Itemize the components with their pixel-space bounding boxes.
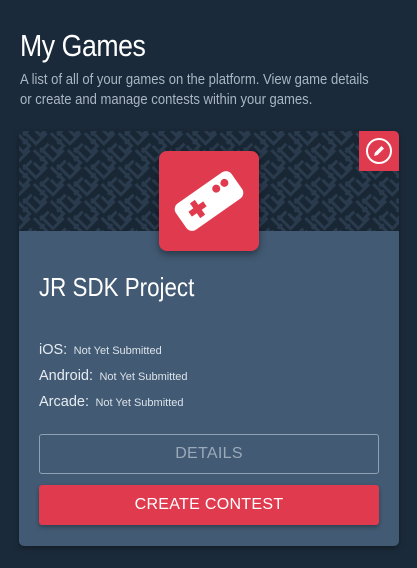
platform-status: Not Yet Submitted [99, 371, 188, 383]
my-games-page: My Games A list of all of your games on … [0, 0, 417, 568]
create-contest-button[interactable]: CREATE CONTEST [39, 485, 379, 525]
platform-name: Android [39, 368, 89, 384]
platform-row-arcade: Arcade: Not Yet Submitted [39, 394, 184, 410]
page-title: My Games [20, 28, 146, 63]
page-subtitle: A list of all of your games on the platf… [20, 72, 369, 108]
platform-row-ios: iOS: Not Yet Submitted [39, 342, 162, 358]
platform-status: Not Yet Submitted [95, 397, 184, 409]
game-name: JR SDK Project [39, 272, 195, 302]
pencil-icon [366, 138, 392, 164]
platform-name: iOS [39, 342, 64, 358]
gamepad-icon [174, 171, 244, 231]
game-card: JR SDK Project iOS: Not Yet Submitted An… [19, 131, 399, 546]
details-button[interactable]: DETAILS [39, 434, 379, 474]
platform-list: iOS: Not Yet Submitted Android: Not Yet … [39, 341, 188, 419]
game-icon [159, 151, 259, 251]
edit-game-button[interactable] [359, 131, 399, 171]
platform-name: Arcade [39, 394, 85, 410]
platform-status: Not Yet Submitted [73, 345, 162, 357]
platform-row-android: Android: Not Yet Submitted [39, 368, 188, 384]
